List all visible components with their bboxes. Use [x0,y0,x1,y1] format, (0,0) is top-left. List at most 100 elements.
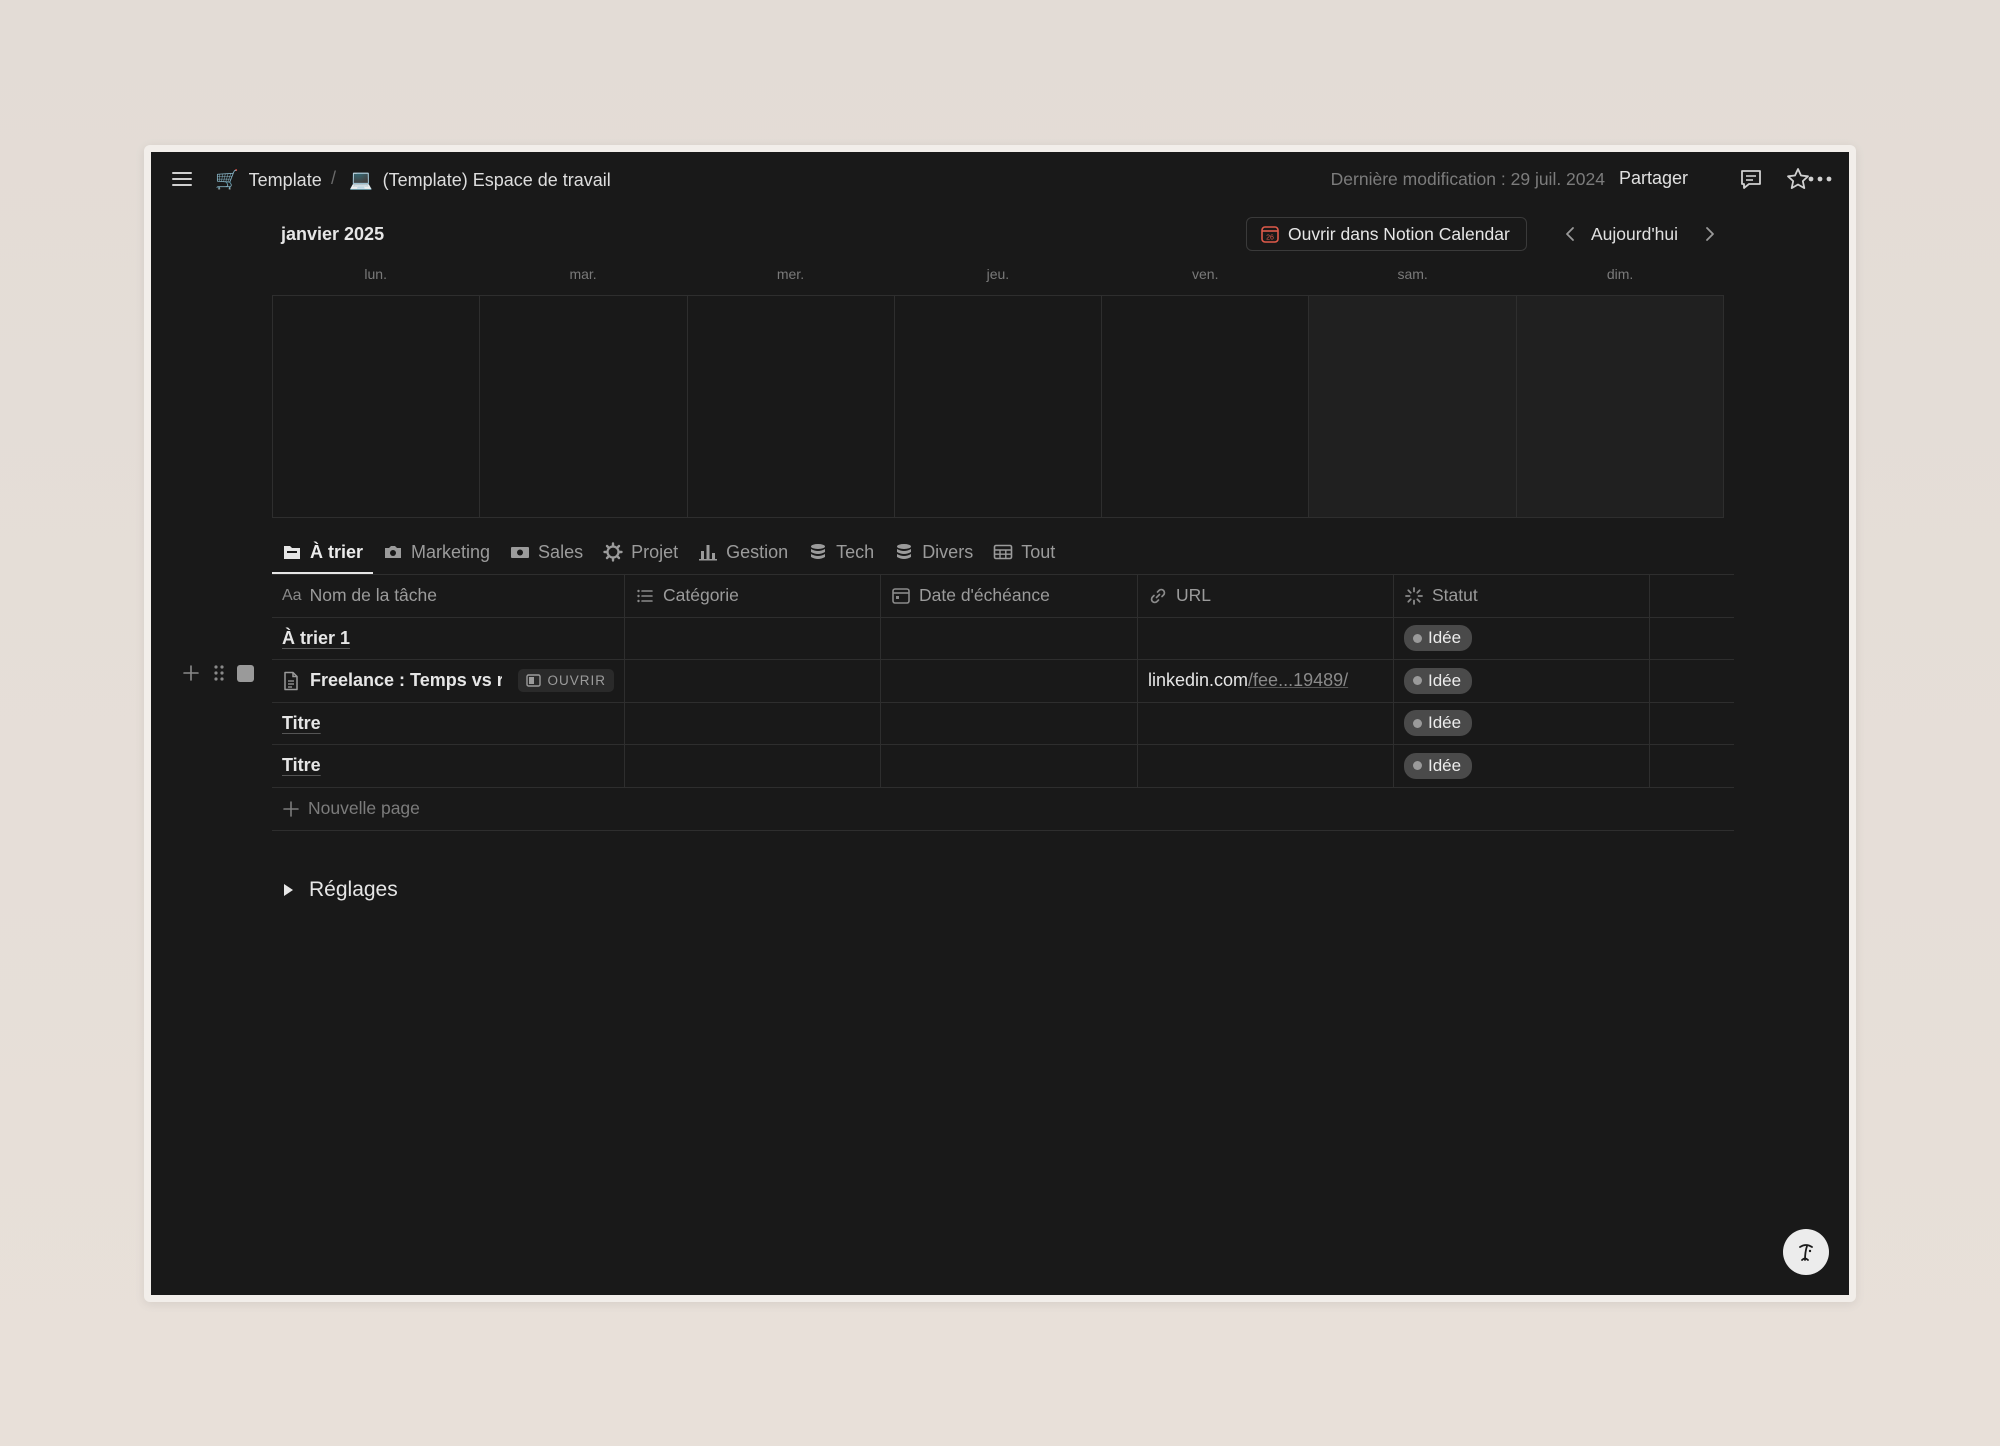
extra-cell[interactable] [1650,618,1734,660]
help-button[interactable] [1783,1229,1829,1275]
url-domain[interactable]: linkedin.com [1148,670,1248,691]
task-name-cell[interactable]: À trier 1 [272,617,625,659]
tab-label: Tech [836,541,875,562]
list-icon [635,586,655,606]
due-date-cell[interactable] [881,617,1138,659]
plus-icon [282,800,300,818]
tab-label: Projet [631,541,679,562]
chevron-right-icon[interactable] [1699,224,1719,244]
column-label: Date d'échéance [919,585,1050,606]
tab-projet[interactable]: Projet [593,530,688,574]
camera-icon [383,542,403,562]
text-type-icon: Aa [282,586,302,604]
due-date-cell[interactable] [881,702,1138,744]
settings-label: Réglages [309,878,398,901]
inbox-icon [282,542,302,562]
calendar-day-cell[interactable] [1516,296,1723,517]
extra-cell[interactable] [1650,660,1734,702]
last-modified: Dernière modification : 29 juil. 2024 [1330,169,1605,189]
top-bar: 🛒 Template / 💻 (Template) Espace de trav… [151,152,1849,206]
status-dot [1413,633,1422,643]
extra-cell[interactable] [1650,703,1734,745]
page-icon [282,671,300,691]
column-header-category[interactable]: Catégorie [625,575,881,617]
status-dot [1413,718,1422,728]
calendar-day-cell[interactable] [895,296,1103,517]
table-icon [993,542,1013,562]
calendar-day-cell[interactable] [1309,296,1517,517]
url-cell[interactable]: linkedin.com/fee...19489/ [1138,660,1394,702]
status-icon [1404,586,1424,606]
settings-toggle[interactable]: Réglages [281,878,398,902]
comment-icon[interactable] [1738,166,1764,192]
status-cell[interactable]: Idée [1394,617,1650,659]
tab-a-trier[interactable]: À trier [272,530,374,574]
calendar-day-cell[interactable] [688,296,895,517]
status-cell[interactable]: Idée [1394,702,1650,744]
task-name[interactable]: Freelance : Temps vs rés [310,670,502,691]
add-row-icon[interactable] [181,663,201,683]
drag-handle-icon[interactable] [211,663,227,683]
today-button[interactable]: Aujourd'hui [1591,224,1678,245]
money-icon [510,542,530,562]
calendar-app-icon: 26 [1261,225,1279,243]
tab-tech[interactable]: Tech [798,530,884,574]
share-button[interactable]: Partager [1619,168,1688,189]
column-label: Statut [1432,585,1478,606]
table-header: Aa Nom de la tâche Catégorie Date d'éché… [272,575,1734,618]
task-name[interactable]: Titre [282,713,321,734]
extra-cell[interactable] [1650,745,1734,787]
menu-icon[interactable] [169,166,195,192]
breadcrumb-item-template[interactable]: 🛒 Template [215,168,322,192]
due-date-cell[interactable] [881,745,1138,787]
status-dot [1413,761,1422,771]
bar-chart-icon [698,542,718,562]
tab-sales[interactable]: Sales [500,530,593,574]
category-cell[interactable] [625,617,881,659]
open-page-button[interactable]: OUVRIR [518,669,614,693]
tab-divers[interactable]: Divers [884,530,983,574]
task-name-cell[interactable]: Freelance : Temps vs rés OUVRIR [272,660,625,702]
tab-gestion[interactable]: Gestion [688,530,798,574]
task-name-cell[interactable]: Titre [272,745,625,787]
column-header-extra[interactable] [1650,575,1734,617]
tab-label: Marketing [411,541,491,562]
url-path[interactable]: /fee...19489/ [1248,670,1348,691]
category-cell[interactable] [625,702,881,744]
task-name-cell[interactable]: Titre [272,702,625,744]
open-notion-calendar-button[interactable]: 26 Ouvrir dans Notion Calendar [1246,217,1527,251]
column-header-url[interactable]: URL [1138,575,1394,617]
category-cell[interactable] [625,660,881,702]
more-icon[interactable] [1807,166,1849,192]
calendar-day-cell[interactable] [273,296,481,517]
column-header-due-date[interactable]: Date d'échéance [881,575,1138,617]
tab-label: Sales [538,541,584,562]
status-cell[interactable]: Idée [1394,660,1650,702]
status-cell[interactable]: Idée [1394,745,1650,787]
column-header-name[interactable]: Aa Nom de la tâche [272,575,625,617]
category-cell[interactable] [625,745,881,787]
chevron-left-icon[interactable] [1561,224,1581,244]
breadcrumb-label: (Template) Espace de travail [382,169,611,190]
url-cell[interactable] [1138,617,1394,659]
side-peek-icon [526,674,542,687]
new-page-label: Nouvelle page [308,798,420,818]
row-checkbox[interactable] [237,664,254,682]
calendar-day-cell[interactable] [480,296,688,517]
due-date-cell[interactable] [881,660,1138,702]
breadcrumb-item-workspace[interactable]: 💻 (Template) Espace de travail [349,168,611,192]
url-cell[interactable] [1138,745,1394,787]
task-name[interactable]: Titre [282,755,321,776]
open-notion-calendar-label: Ouvrir dans Notion Calendar [1288,223,1510,244]
column-header-status[interactable]: Statut [1394,575,1650,617]
url-cell[interactable] [1138,702,1394,744]
new-page-button[interactable]: Nouvelle page [272,788,1734,831]
status-label: Idée [1428,670,1462,690]
tab-label: Divers [922,541,974,562]
tab-marketing[interactable]: Marketing [373,530,500,574]
tab-tout[interactable]: Tout [983,530,1065,574]
column-label: URL [1176,585,1212,606]
weekday-label: jeu. [986,266,1010,282]
calendar-day-cell[interactable] [1102,296,1310,517]
task-name[interactable]: À trier 1 [282,628,350,649]
